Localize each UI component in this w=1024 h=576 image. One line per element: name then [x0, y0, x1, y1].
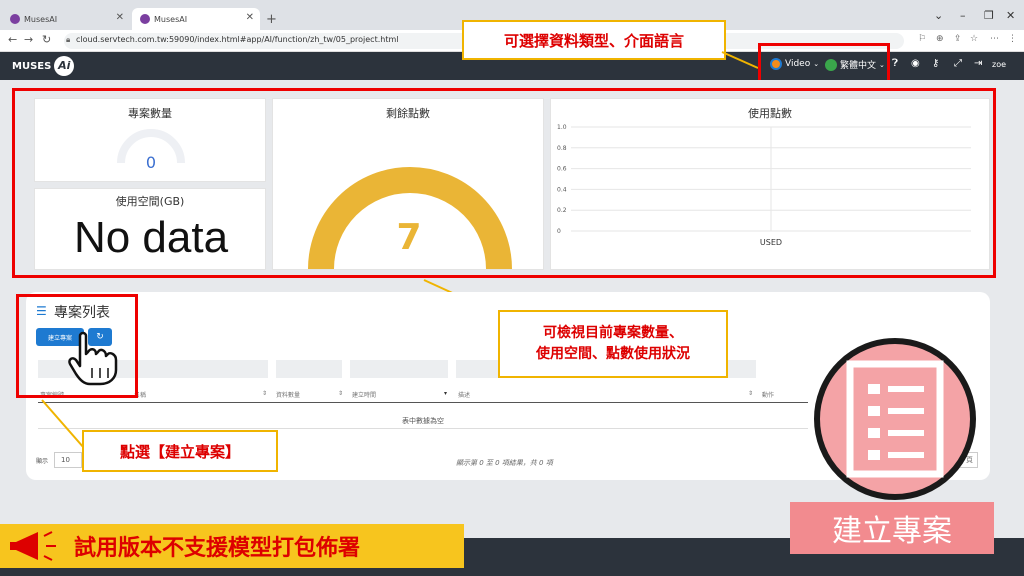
annotation-box-dashboard [12, 88, 996, 278]
musesai-favicon-icon [140, 14, 150, 24]
bookmark-star-icon[interactable]: ☆ [970, 34, 978, 44]
key-icon[interactable]: ⚷ [932, 58, 939, 69]
create-project-banner: 建立專案 [790, 502, 994, 554]
hand-pointer-icon [68, 331, 118, 386]
megaphone-icon [10, 531, 56, 561]
close-icon[interactable]: ✕ [246, 12, 254, 23]
logo-ai-mark: Ai [54, 56, 75, 76]
filter-input-2[interactable] [276, 360, 342, 378]
new-tab-icon[interactable]: + [266, 12, 277, 27]
trial-notice-text: 試用版本不支援模型打包佈署 [74, 536, 361, 561]
tab-title: MusesAI [154, 14, 188, 24]
profile-icon[interactable]: ⋯ [990, 34, 999, 44]
browser-tab-2[interactable]: MusesAI ✕ [132, 8, 260, 30]
callout-pointer-line [721, 51, 759, 69]
callout-view-stats: 可檢視目前專案數量、 使用空間、點數使用狀況 [498, 310, 728, 378]
logo-text: MUSES [12, 60, 52, 72]
muses-ai-logo[interactable]: MUSES Ai [12, 55, 75, 77]
sort-icon[interactable]: ⇕ [748, 390, 753, 397]
fullscreen-icon[interactable]: ⤢ [954, 58, 962, 69]
sort-icon[interactable]: ⇕ [262, 390, 267, 397]
annotation-box-header [758, 43, 890, 83]
help-icon[interactable]: ❓︎ [892, 58, 898, 69]
table-empty-text: 表中數據為空 [402, 417, 444, 425]
minimize-icon[interactable]: – [960, 9, 966, 22]
menu-icon[interactable]: ⋮ [1008, 34, 1017, 44]
sort-desc-icon[interactable]: ▾ [444, 390, 447, 397]
callout-text-line-1: 可檢視目前專案數量、 [543, 325, 683, 341]
column-header-count[interactable]: 資料數量 [276, 390, 300, 399]
filter-input-3[interactable] [350, 360, 448, 378]
trial-notice-banner: 試用版本不支援模型打包佈署 [0, 524, 464, 568]
table-header-divider [38, 402, 808, 403]
musesai-favicon-icon [10, 14, 20, 24]
callout-pointer-line [41, 399, 85, 449]
page-size-select[interactable]: 10 [54, 452, 82, 468]
callout-data-type-language: 可選擇資料類型、介面語言 [462, 20, 726, 60]
share-icon[interactable]: ⇪ [954, 34, 962, 44]
chevron-down-icon[interactable]: ⌄ [934, 9, 943, 22]
username[interactable]: zoe [992, 60, 1006, 69]
url-text: cloud.servtech.com.tw:59090/index.html#a… [76, 35, 399, 44]
table-row-divider [38, 428, 808, 429]
browser-tab-1[interactable]: MusesAI ✕ [2, 8, 130, 30]
tab-title: MusesAI [24, 14, 58, 24]
restore-icon[interactable]: ❐ [984, 9, 994, 22]
close-window-icon[interactable]: ✕ [1006, 9, 1015, 22]
column-header-actions[interactable]: 動作 [762, 390, 774, 399]
callout-text: 可選擇資料類型、介面語言 [503, 31, 684, 50]
document-list-icon [846, 360, 944, 478]
back-icon[interactable]: ← [8, 33, 17, 46]
forward-icon[interactable]: → [24, 33, 33, 46]
lock-icon: 🔒︎ [66, 35, 71, 44]
callout-text: 點選【建立專案】 [119, 442, 240, 461]
callout-click-create: 點選【建立專案】 [82, 430, 278, 472]
column-header-description[interactable]: 描述 [458, 390, 470, 399]
table-info: 顯示第 0 至 0 項結果，共 0 項 [456, 459, 553, 467]
column-header-created[interactable]: 建立時間 [352, 390, 376, 399]
translate-icon[interactable]: ⚐ [918, 34, 926, 44]
logout-icon[interactable]: ⇥ [974, 58, 982, 69]
show-label: 顯示 [36, 458, 49, 465]
callout-text-line-2: 使用空間、點數使用狀況 [536, 346, 690, 362]
sort-icon[interactable]: ⇕ [338, 390, 343, 397]
settings-icon[interactable]: ◉ [911, 58, 920, 69]
reload-icon[interactable]: ↻ [42, 33, 51, 46]
close-icon[interactable]: ✕ [116, 12, 124, 23]
zoom-icon[interactable]: ⊕ [936, 34, 944, 44]
